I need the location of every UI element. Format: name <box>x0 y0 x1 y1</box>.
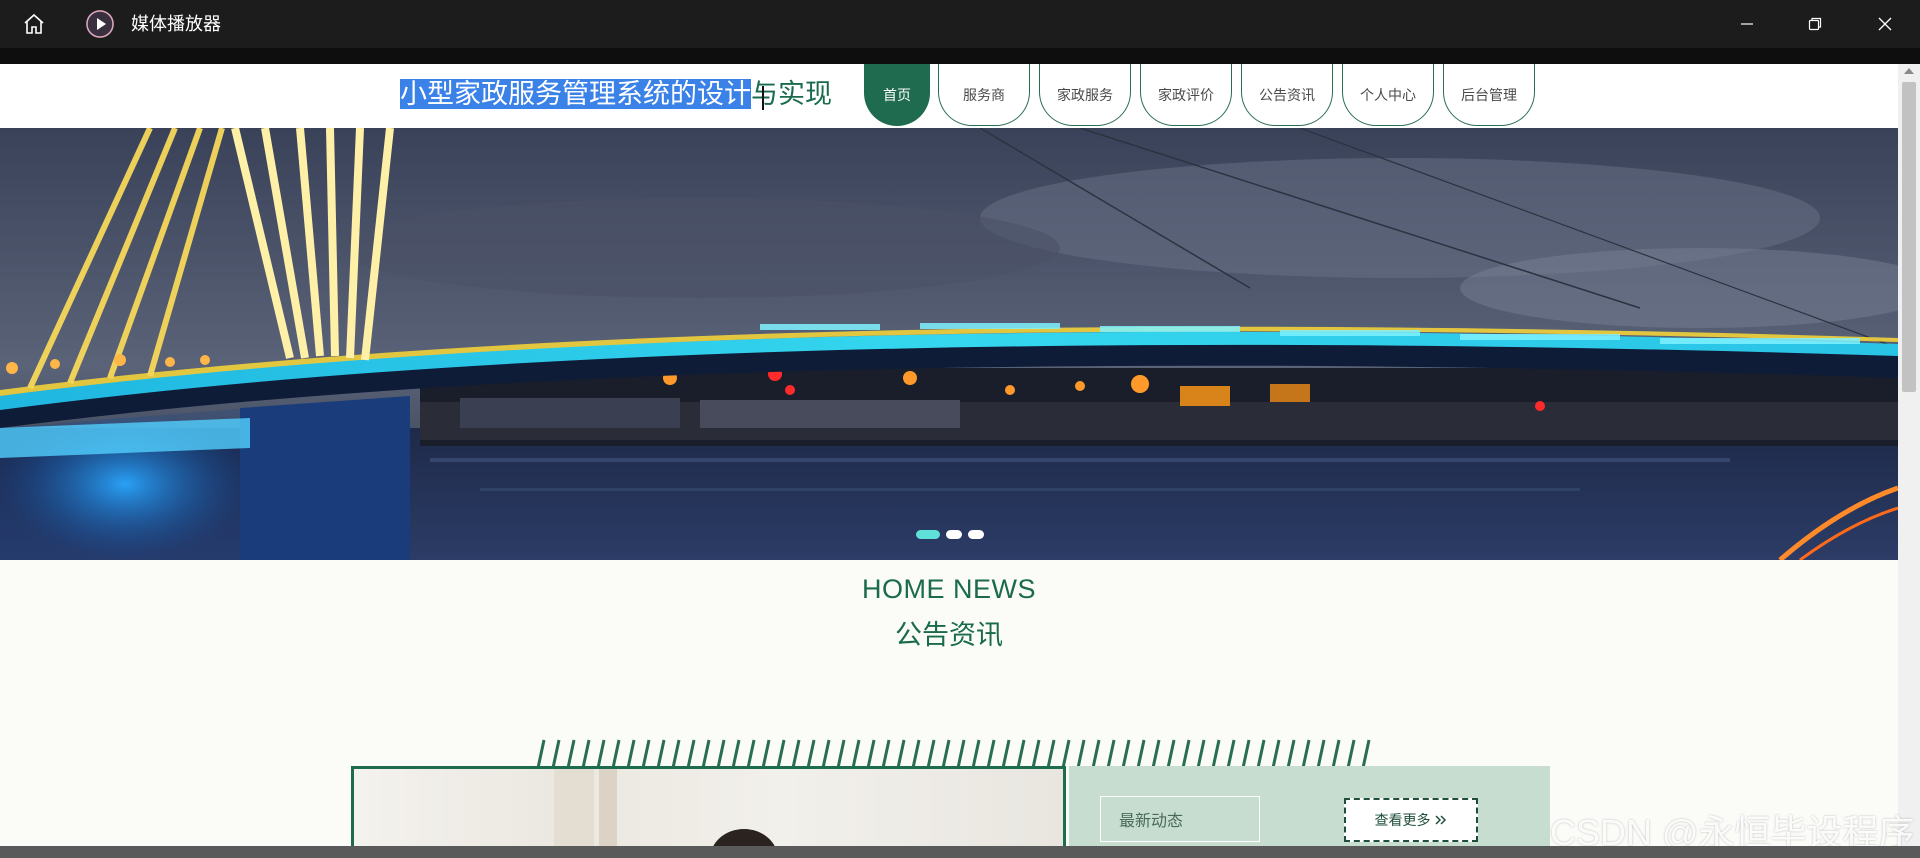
text-cursor <box>762 86 764 110</box>
news-title-english: HOME NEWS <box>861 574 1036 604</box>
nav-item-personal-center[interactable]: 个人中心 <box>1342 64 1434 126</box>
close-button[interactable] <box>1855 0 1915 48</box>
maximize-icon <box>1808 17 1822 31</box>
news-featured-image[interactable] <box>351 766 1066 858</box>
nav-item-admin[interactable]: 后台管理 <box>1443 64 1535 126</box>
window-title: 媒体播放器 <box>131 14 221 34</box>
site-header: 小型家政服务管理系统的设计与实现 首页 服务商 家政服务 家政评价 公告资讯 个… <box>0 64 1898 128</box>
scroll-up-icon[interactable] <box>1904 68 1914 74</box>
minimize-button[interactable] <box>1717 0 1777 48</box>
carousel-indicators <box>916 530 984 539</box>
window-titlebar: 媒体播放器 <box>0 0 1920 48</box>
latest-news-label: 最新动态 <box>1100 796 1260 842</box>
nav-item-home[interactable]: 首页 <box>864 64 930 126</box>
banner-carousel-image[interactable] <box>0 128 1898 560</box>
double-chevron-right-icon <box>1434 815 1446 825</box>
site-title[interactable]: 小型家政服务管理系统的设计与实现 <box>400 74 832 114</box>
news-side-panel: 最新动态 查看更多 <box>1069 766 1550 858</box>
close-icon <box>1878 17 1892 31</box>
media-player-icon <box>86 10 114 38</box>
carousel-dot-1[interactable] <box>916 530 940 539</box>
page-scrollbar[interactable] <box>1898 64 1920 858</box>
news-title-chinese: 公告资讯 <box>895 620 1003 650</box>
nav-item-providers[interactable]: 服务商 <box>938 64 1030 126</box>
carousel-dot-3[interactable] <box>968 530 984 539</box>
window-content-border <box>0 48 1920 64</box>
view-more-button[interactable]: 查看更多 <box>1344 798 1478 842</box>
player-bottom-bar <box>0 846 1920 858</box>
scrollbar-thumb[interactable] <box>1902 82 1916 392</box>
nav-item-announcements[interactable]: 公告资讯 <box>1241 64 1333 126</box>
home-icon[interactable] <box>20 12 48 36</box>
site-title-selected-text[interactable]: 小型家政服务管理系统的设计 <box>400 79 751 109</box>
nav-item-services[interactable]: 家政服务 <box>1039 64 1131 126</box>
minimize-icon <box>1741 23 1753 25</box>
website-viewport: 小型家政服务管理系统的设计与实现 首页 服务商 家政服务 家政评价 公告资讯 个… <box>0 64 1898 858</box>
carousel-dot-2[interactable] <box>946 530 962 539</box>
main-nav: 首页 服务商 家政服务 家政评价 公告资讯 个人中心 后台管理 <box>864 64 1544 128</box>
restore-button[interactable] <box>1785 0 1845 48</box>
view-more-label: 查看更多 <box>1374 812 1431 828</box>
nav-item-reviews[interactable]: 家政评价 <box>1140 64 1232 126</box>
